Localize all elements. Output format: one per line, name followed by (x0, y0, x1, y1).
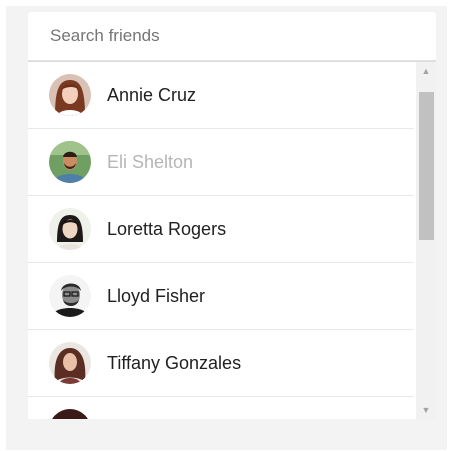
friend-name: Loretta Rogers (107, 218, 227, 239)
list-item[interactable]: Tiffany Gonzales (28, 330, 414, 397)
avatar (49, 208, 91, 250)
friend-name: Lloyd Fisher (107, 285, 206, 306)
friend-name: Annie Cruz (107, 84, 197, 105)
list-item[interactable] (28, 397, 414, 419)
scroll-up-icon[interactable]: ▲ (416, 62, 436, 80)
list-item[interactable]: Lloyd Fisher (28, 263, 414, 330)
avatar (49, 74, 91, 116)
list-item[interactable]: Loretta Rogers (28, 196, 414, 263)
search-input[interactable] (28, 12, 410, 60)
list-item[interactable]: Annie Cruz (28, 62, 414, 129)
search-box (28, 12, 436, 60)
friend-name: Tiffany Gonzales (107, 352, 242, 373)
scrollbar-thumb[interactable] (419, 92, 434, 240)
avatar (49, 342, 91, 384)
friend-name: Eli Shelton (107, 151, 194, 172)
avatar (49, 409, 91, 419)
list-item[interactable]: Eli Shelton (28, 129, 414, 196)
scrollbar[interactable]: ▲ ▼ (416, 62, 436, 419)
avatar (49, 275, 91, 317)
scroll-down-icon[interactable]: ▼ (416, 401, 436, 419)
avatar (49, 141, 91, 183)
friends-list: Annie Cruz Eli Shelton Loretta Rogers Ll… (28, 61, 436, 419)
